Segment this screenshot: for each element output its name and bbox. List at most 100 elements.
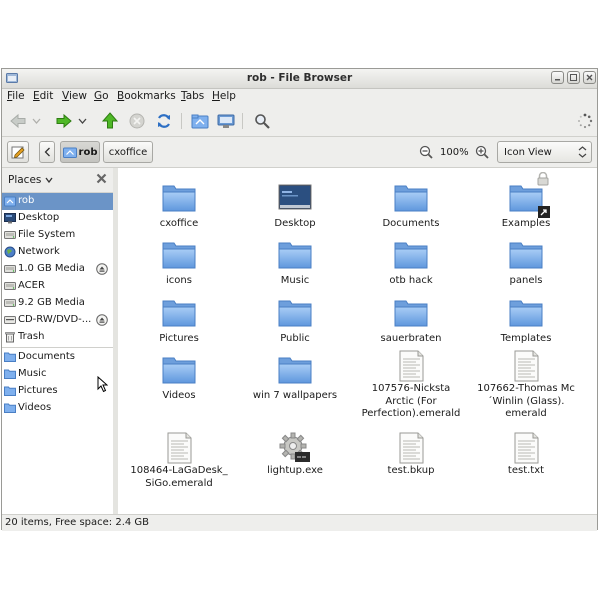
folder-icon bbox=[394, 242, 428, 269]
title-bar[interactable]: rob - File Browser bbox=[2, 69, 597, 89]
breadcrumb-current[interactable]: cxoffice bbox=[103, 141, 153, 163]
sidebar-item-documents[interactable]: Documents bbox=[2, 349, 113, 366]
places-sidebar: Places rob Desktop File System Network 1.0 G… bbox=[2, 168, 114, 514]
sidebar-item-label: Network bbox=[18, 246, 60, 257]
back-arrow-icon bbox=[10, 113, 26, 129]
file-name-label: icons bbox=[166, 275, 192, 286]
reload-button[interactable] bbox=[154, 111, 174, 131]
lock-icon bbox=[537, 172, 549, 186]
sidebar-separator bbox=[2, 347, 113, 348]
mouse-cursor-icon bbox=[97, 376, 108, 393]
toolbar-separator bbox=[181, 113, 182, 129]
zoom-in-button[interactable] bbox=[472, 142, 492, 162]
combo-arrows-icon bbox=[578, 146, 587, 158]
close-window-button[interactable] bbox=[583, 71, 596, 84]
file-name-label: cxoffice bbox=[159, 218, 199, 229]
text-file-icon bbox=[167, 432, 192, 464]
reload-icon bbox=[157, 114, 171, 128]
spinner-icon bbox=[578, 113, 593, 129]
sidebar-item-file-system[interactable]: File System bbox=[2, 227, 113, 244]
folder-icon bbox=[509, 242, 543, 269]
sidebar-item-9-2-gb-media[interactable]: 9.2 GB Media bbox=[2, 295, 113, 312]
network-icon bbox=[4, 246, 16, 258]
up-arrow-icon bbox=[102, 112, 118, 129]
search-button[interactable] bbox=[252, 111, 272, 131]
view-mode-select[interactable]: Icon View bbox=[497, 141, 592, 163]
file-name-label: test.txt bbox=[507, 465, 545, 476]
file-name-label: Desktop bbox=[274, 218, 316, 229]
sidebar-item-label: ACER bbox=[18, 280, 45, 291]
forward-button[interactable] bbox=[54, 111, 74, 131]
menu-file[interactable]: File bbox=[7, 90, 25, 102]
sidebar-item-1-0-gb-media[interactable]: 1.0 GB Media bbox=[2, 261, 113, 278]
eject-icon[interactable] bbox=[96, 263, 108, 275]
home-folder-icon bbox=[62, 147, 77, 158]
breadcrumb-left-button[interactable] bbox=[39, 141, 55, 163]
breadcrumb-home[interactable]: rob bbox=[60, 141, 100, 163]
menu-view[interactable]: View bbox=[62, 90, 87, 102]
folder-icon bbox=[394, 300, 428, 327]
drive-icon bbox=[4, 231, 16, 239]
stop-button[interactable] bbox=[127, 111, 147, 131]
file-name-label: Documents bbox=[382, 218, 440, 229]
maximize-button[interactable] bbox=[567, 71, 580, 84]
forward-history-button[interactable] bbox=[76, 111, 88, 131]
sidebar-item-label: 9.2 GB Media bbox=[18, 297, 85, 308]
file-name-label: 107576-Nicksta Arctic (For Perfection).e… bbox=[361, 383, 461, 419]
folder-icon bbox=[4, 403, 16, 413]
menu-bar: File Edit View Go Bookmarks Tabs Help bbox=[2, 88, 597, 106]
folder-icon bbox=[162, 300, 196, 327]
eject-icon[interactable] bbox=[96, 314, 108, 326]
file-name-label: Templates bbox=[500, 333, 552, 344]
sidebar-item-cd-rw-dvd[interactable]: CD-RW/DVD-... bbox=[2, 312, 113, 329]
back-button[interactable] bbox=[8, 111, 28, 131]
places-selector[interactable]: Places bbox=[8, 174, 53, 186]
file-name-label: sauerbraten bbox=[380, 333, 442, 344]
desktop-folder-icon bbox=[278, 184, 312, 210]
sidebar-item-label: Trash bbox=[18, 331, 45, 342]
menu-edit[interactable]: Edit bbox=[33, 90, 53, 102]
folder-icon bbox=[162, 185, 196, 212]
home-button[interactable] bbox=[190, 111, 210, 131]
file-name-label: Public bbox=[280, 333, 310, 344]
up-button[interactable] bbox=[100, 111, 120, 131]
location-bar: rob cxoffice 100% Icon View bbox=[2, 137, 597, 168]
text-file-icon bbox=[514, 432, 539, 464]
menu-go[interactable]: Go bbox=[94, 90, 109, 102]
close-sidebar-icon[interactable] bbox=[96, 173, 107, 184]
edit-location-button[interactable] bbox=[7, 141, 29, 163]
sidebar-item-label: Documents bbox=[18, 351, 76, 362]
computer-button[interactable] bbox=[216, 111, 236, 131]
file-name-label: Pictures bbox=[159, 333, 199, 344]
home-folder-icon bbox=[191, 114, 209, 129]
file-name-label: otb hack bbox=[389, 275, 433, 286]
sidebar-item-label: 1.0 GB Media bbox=[18, 263, 85, 274]
sidebar-item-desktop[interactable]: Desktop bbox=[2, 210, 113, 227]
folder-icon bbox=[394, 185, 428, 212]
sidebar-item-label: Pictures bbox=[18, 385, 58, 396]
text-file-icon bbox=[399, 432, 424, 464]
zoom-out-button[interactable] bbox=[416, 142, 436, 162]
file-name-label: Examples bbox=[501, 218, 551, 229]
sidebar-item-rob[interactable]: rob bbox=[2, 193, 113, 210]
sidebar-item-videos[interactable]: Videos bbox=[2, 400, 113, 417]
menu-tabs[interactable]: Tabs bbox=[181, 90, 204, 102]
chevron-down-icon bbox=[32, 118, 40, 124]
menu-help[interactable]: Help bbox=[212, 90, 236, 102]
sidebar-item-acer[interactable]: ACER bbox=[2, 278, 113, 295]
symlink-arrow-icon bbox=[538, 206, 550, 218]
zoom-in-icon bbox=[475, 145, 489, 159]
folder-icon bbox=[4, 386, 16, 396]
folder-icon bbox=[162, 242, 196, 269]
stop-icon bbox=[129, 113, 145, 129]
folder-icon bbox=[4, 369, 16, 379]
back-history-button[interactable] bbox=[30, 111, 42, 131]
status-text: 20 items, Free space: 2.4 GB bbox=[5, 517, 150, 528]
minimize-button[interactable] bbox=[551, 71, 564, 84]
file-name-label: Music bbox=[280, 275, 310, 286]
forward-arrow-icon bbox=[56, 113, 72, 129]
menu-bookmarks[interactable]: Bookmarks bbox=[117, 90, 176, 102]
executable-gear-icon bbox=[279, 432, 310, 462]
sidebar-item-trash[interactable]: Trash bbox=[2, 329, 113, 346]
sidebar-item-network[interactable]: Network bbox=[2, 244, 113, 261]
